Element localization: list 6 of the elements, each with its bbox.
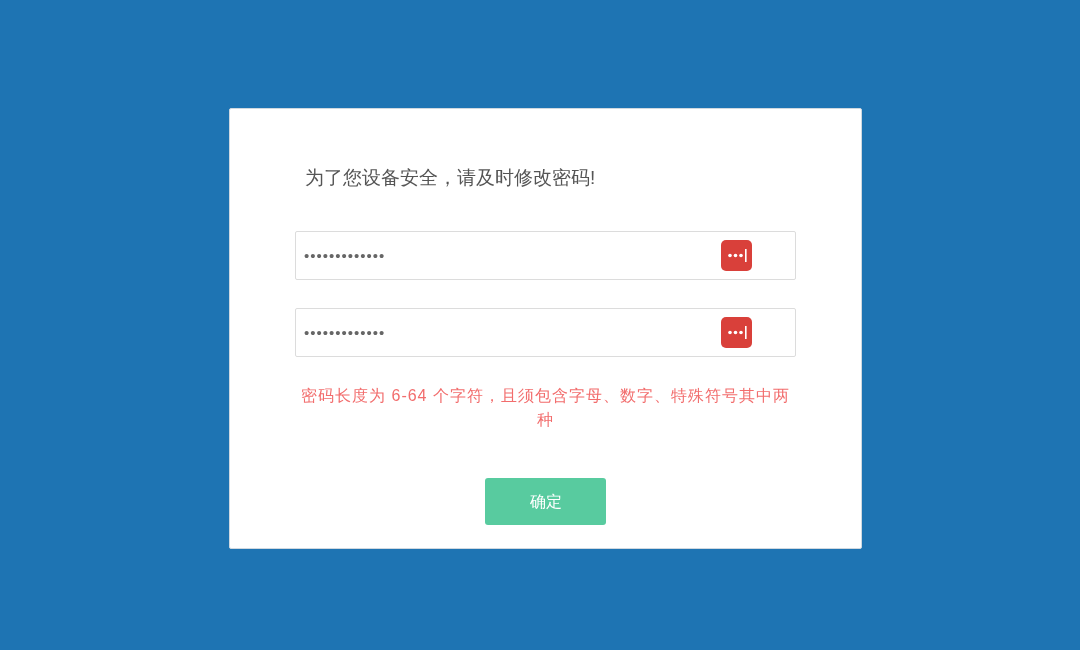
password-field[interactable]: ••••••••••••• bbox=[295, 231, 796, 280]
password-field[interactable]: ••••••••••••• bbox=[295, 308, 796, 357]
dots-icon[interactable] bbox=[721, 317, 752, 348]
dialog-title: 为了您设备安全，请及时修改密码! bbox=[305, 167, 596, 188]
dots-icon[interactable] bbox=[721, 240, 752, 271]
password-hint: 密码长度为 6-64 个字符，且须包含字母、数字、特殊符号其中两种 bbox=[300, 386, 791, 430]
